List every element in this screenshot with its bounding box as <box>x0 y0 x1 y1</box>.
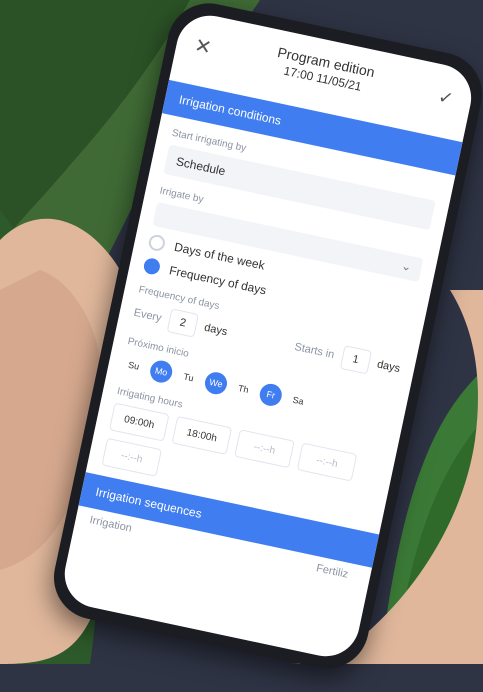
every-label: Every <box>132 306 163 325</box>
days-label: days <box>203 321 229 339</box>
day-friday[interactable]: Fr <box>257 381 284 408</box>
radio-dot-frequency-of-days <box>142 256 162 276</box>
hour-slot-3[interactable]: --:--h <box>234 429 295 469</box>
day-saturday[interactable]: Sa <box>285 388 311 414</box>
day-monday[interactable]: Mo <box>148 358 175 385</box>
chevron-down-icon: ⌄ <box>400 258 413 275</box>
bottom-peek-left: Irrigation <box>88 514 133 535</box>
smartphone: ✕ Program edition 17:00 11/05/21 ✓ Irrig… <box>0 0 483 692</box>
hour-slot-2[interactable]: 18:00h <box>171 415 233 455</box>
day-wednesday[interactable]: We <box>202 370 230 397</box>
day-sunday[interactable]: Su <box>121 353 147 379</box>
every-days-input[interactable]: 2 <box>166 308 200 338</box>
bottom-peek-right: Fertiliz <box>315 562 350 581</box>
starts-in-label: Starts in <box>293 340 336 362</box>
hour-slot-1[interactable]: 09:00h <box>108 402 170 442</box>
day-thursday[interactable]: Th <box>230 376 256 402</box>
app-screen: ✕ Program edition 17:00 11/05/21 ✓ Irrig… <box>58 9 478 663</box>
starts-in-input[interactable]: 1 <box>339 345 372 375</box>
phone-frame: ✕ Program edition 17:00 11/05/21 ✓ Irrig… <box>46 0 483 677</box>
radio-dot-days-of-week <box>147 233 167 253</box>
starts-days-label: days <box>375 358 402 376</box>
hour-slot-4[interactable]: --:--h <box>296 442 358 482</box>
hour-slot-5[interactable]: --:--h <box>101 437 163 477</box>
day-tuesday[interactable]: Tu <box>176 364 202 390</box>
